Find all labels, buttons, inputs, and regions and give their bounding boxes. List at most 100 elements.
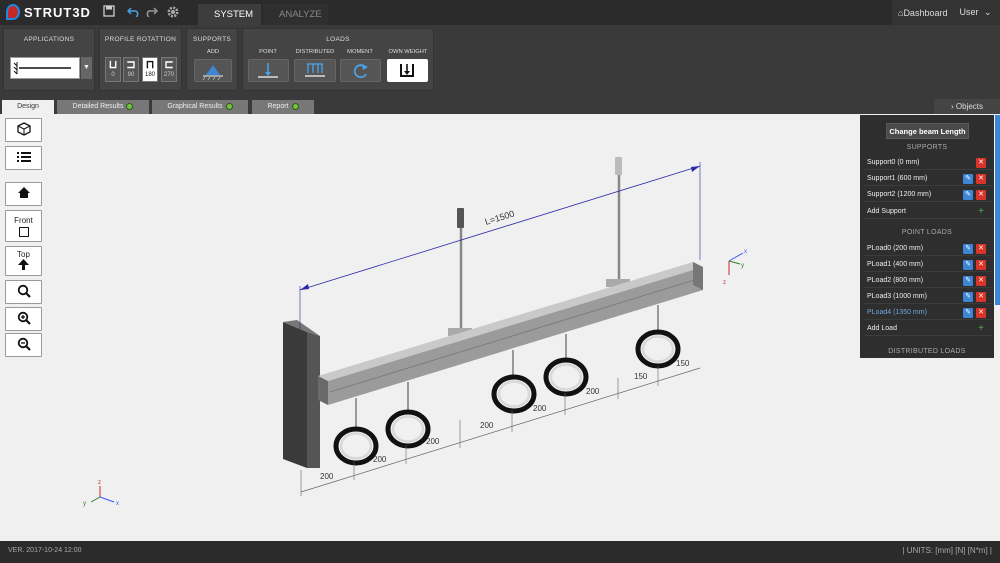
undo-icon[interactable] — [126, 5, 141, 20]
point-loads-header: POINT LOADS — [901, 229, 953, 236]
point-load-label: POINT — [259, 49, 277, 55]
tab-design[interactable]: Design — [2, 100, 54, 114]
add-support-button[interactable] — [194, 59, 232, 82]
rotation-option-270[interactable]: ⊏ 270 — [161, 57, 177, 82]
beam-application-icon — [13, 62, 71, 75]
support-row[interactable]: Support0 (0 mm) ✕ — [864, 155, 992, 170]
user-menu[interactable]: User ⌄ — [959, 7, 991, 18]
edit-pencil-icon[interactable]: ✎ — [963, 276, 973, 286]
point-load-row[interactable]: PLoad1 (400 mm) ✎ ✕ — [864, 257, 992, 272]
home-view-button[interactable] — [5, 182, 42, 206]
loads-group: LOADS POINT DISTRIBUTED MOMENT OWN WEIGH… — [242, 28, 434, 91]
delete-icon[interactable]: ✕ — [976, 244, 986, 254]
edit-pencil-icon[interactable]: ✎ — [963, 244, 973, 254]
point-load-row[interactable]: PLoad2 (800 mm) ✎ ✕ — [864, 273, 992, 288]
application-select[interactable] — [10, 57, 80, 79]
distributed-loads-header: DISTRIBUTED LOADS — [888, 348, 966, 355]
search-icon — [17, 284, 31, 301]
support-triangle-icon — [202, 65, 223, 81]
own-weight-label: OWN WEIGHT — [388, 49, 428, 55]
edit-pencil-icon[interactable]: ✎ — [963, 190, 973, 200]
point-load-row[interactable]: PLoad0 (200 mm) ✎ ✕ — [864, 241, 992, 256]
delete-icon[interactable]: ✕ — [976, 174, 986, 184]
add-moment-button[interactable] — [340, 59, 381, 82]
3d-viewport[interactable]: L=1500 200 200 200 200 200 200 150 150 x… — [0, 114, 1000, 541]
settings-gear-icon[interactable] — [166, 5, 180, 22]
edit-pencil-icon[interactable]: ✎ — [963, 260, 973, 270]
status-ok-icon — [126, 102, 134, 110]
edit-pencil-icon[interactable]: ✎ — [963, 292, 973, 302]
units-label: | UNITS: [mm] [N] [N*m] | — [902, 546, 993, 555]
delete-icon[interactable]: ✕ — [976, 292, 986, 302]
point-load-row[interactable]: PLoad3 (1000 mm) ✎ ✕ — [864, 289, 992, 304]
distributed-load-label: DISTRIBUTED — [295, 49, 335, 55]
delete-icon[interactable]: ✕ — [976, 308, 986, 318]
application-dropdown-button[interactable]: ▼ — [81, 57, 92, 79]
own-weight-icon — [400, 64, 414, 77]
applications-group: APPLICATIONS ▼ — [3, 28, 95, 91]
plus-icon: + — [978, 323, 984, 334]
delete-icon[interactable]: ✕ — [976, 158, 986, 168]
edit-pencil-icon[interactable]: ✎ — [963, 308, 973, 318]
square-icon — [18, 226, 29, 237]
edit-pencil-icon[interactable]: ✎ — [963, 174, 973, 184]
supports-title: SUPPORTS — [192, 36, 232, 43]
app-logo: STRUT3D — [6, 4, 91, 20]
supports-group: SUPPORTS ADD — [186, 28, 238, 91]
delete-icon[interactable]: ✕ — [976, 260, 986, 270]
own-weight-toggle[interactable] — [387, 59, 428, 82]
rotation-option-180[interactable]: ⊓ 180 — [142, 57, 158, 82]
status-ok-icon — [291, 102, 299, 110]
add-distributed-load-button[interactable] — [294, 59, 336, 82]
top-view-button[interactable]: Top — [5, 246, 42, 276]
loads-title: LOADS — [326, 36, 350, 43]
zoom-fit-button[interactable] — [5, 280, 42, 304]
dimension-label: 150 — [634, 372, 648, 381]
tab-report[interactable]: Report — [252, 100, 314, 114]
list-view-button[interactable] — [5, 146, 42, 170]
plus-icon: + — [978, 206, 984, 217]
user-area: ⌂Dashboard User ⌄ — [892, 0, 1000, 25]
svg-text:z: z — [98, 480, 101, 486]
cube-icon — [16, 121, 31, 139]
redo-icon[interactable] — [144, 5, 159, 20]
change-beam-length-button[interactable]: Change beam Length — [886, 123, 969, 139]
tab-detailed-results[interactable]: Detailed Results — [57, 100, 149, 114]
view-3d-button[interactable] — [5, 118, 42, 142]
point-load-row-selected[interactable]: PLoad4 (1350 mm) ✎ ✕ — [864, 305, 992, 320]
status-ok-icon — [225, 102, 233, 110]
front-view-button[interactable]: Front — [5, 210, 42, 242]
rotation-option-90[interactable]: ⊐ 90 — [123, 57, 139, 82]
dimension-label: 200 — [320, 472, 334, 481]
profile-rotation-group: PROFILE ROTATTION ⊔ 0 ⊐ 90 ⊓ 180 ⊏ 270 — [99, 28, 182, 91]
save-icon[interactable] — [103, 5, 115, 20]
svg-text:x: x — [116, 501, 119, 507]
objects-panel-toggle[interactable]: › Objects — [934, 99, 1000, 114]
support-row[interactable]: Support2 (1200 mm) ✎ ✕ — [864, 187, 992, 202]
add-support-row[interactable]: Add Support + — [864, 204, 992, 219]
sub-tab-bar: Design Detailed Results Graphical Result… — [0, 97, 1000, 114]
panel-scrollbar[interactable] — [995, 115, 1000, 305]
dimension-label: 200 — [480, 421, 494, 430]
moment-label: MOMENT — [347, 49, 373, 55]
delete-icon[interactable]: ✕ — [976, 190, 986, 200]
add-load-row[interactable]: Add Load + — [864, 321, 992, 336]
support-row[interactable]: Support1 (600 mm) ✎ ✕ — [864, 171, 992, 186]
tab-graphical-results[interactable]: Graphical Results — [152, 100, 248, 114]
wall-plate — [283, 320, 320, 468]
dashboard-link[interactable]: ⌂Dashboard — [898, 8, 947, 18]
zoom-in-button[interactable] — [5, 307, 42, 331]
zoom-in-icon — [17, 311, 31, 328]
applications-title: APPLICATIONS — [23, 36, 75, 43]
tab-analyze[interactable]: ANALYZE — [263, 4, 328, 25]
tab-system[interactable]: SYSTEM — [198, 4, 261, 25]
rotation-option-0[interactable]: ⊔ 0 — [105, 57, 121, 82]
zoom-out-button[interactable] — [5, 333, 42, 357]
list-icon — [16, 151, 31, 166]
zoom-out-icon — [17, 337, 31, 354]
add-point-load-button[interactable] — [248, 59, 289, 82]
chevron-down-icon: ⌄ — [984, 7, 992, 17]
top-view-label: Top — [17, 249, 30, 259]
version-label: VER. 2017-10-24 12:00 — [8, 547, 82, 554]
delete-icon[interactable]: ✕ — [976, 276, 986, 286]
